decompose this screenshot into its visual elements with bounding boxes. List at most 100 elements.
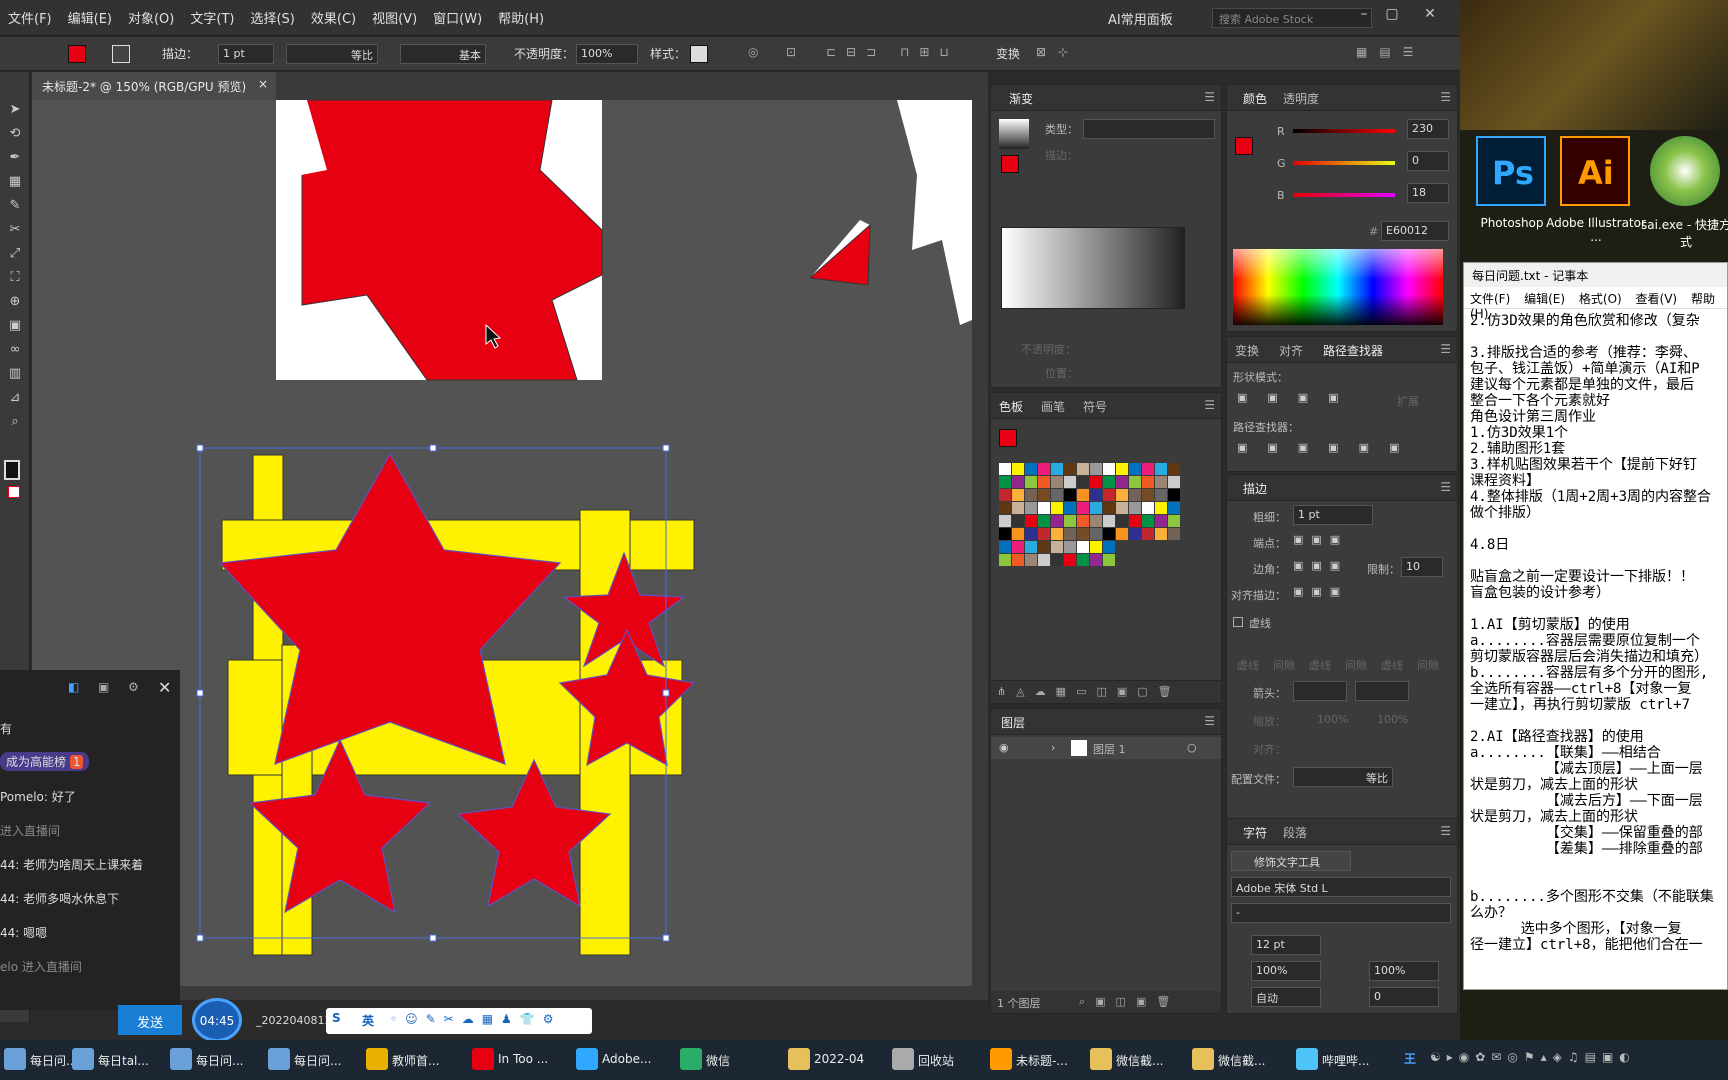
touch-type-button[interactable]: 修饰文字工具 bbox=[1231, 851, 1351, 871]
b-slider[interactable] bbox=[1293, 193, 1395, 197]
swatch-action-icons[interactable]: ⋔◬☁▦▭◫▣▢🗑 bbox=[997, 685, 1182, 698]
color-swatch[interactable] bbox=[1142, 476, 1154, 488]
layers-tab[interactable]: 图层 bbox=[1001, 714, 1025, 731]
taskbar-item[interactable]: 微信截... bbox=[1188, 1044, 1271, 1076]
color-swatch[interactable] bbox=[999, 541, 1011, 553]
color-swatch[interactable] bbox=[999, 476, 1011, 488]
color-swatch[interactable] bbox=[1090, 463, 1102, 475]
color-swatch[interactable] bbox=[1142, 489, 1154, 501]
color-swatch[interactable] bbox=[1155, 476, 1167, 488]
panel-menu-icon[interactable]: ☰ bbox=[1440, 90, 1451, 104]
color-swatch[interactable] bbox=[999, 463, 1011, 475]
cap-icons[interactable]: ▣▣▣ bbox=[1293, 533, 1348, 546]
color-swatch[interactable] bbox=[1012, 502, 1024, 514]
color-swatch[interactable] bbox=[1012, 476, 1024, 488]
vertical-scrollbar[interactable] bbox=[972, 100, 988, 1000]
taskbar-item[interactable]: 哔哩哔... bbox=[1292, 1044, 1375, 1076]
color-swatch[interactable] bbox=[1116, 528, 1128, 540]
swatch-fill-swatch[interactable] bbox=[999, 429, 1017, 447]
color-swatch[interactable] bbox=[1168, 463, 1180, 475]
color-swatch[interactable] bbox=[1168, 476, 1180, 488]
transform-tab[interactable]: 变换 bbox=[1235, 342, 1259, 359]
menu-edit[interactable]: 编辑(E) bbox=[60, 8, 120, 27]
gradient-tab[interactable]: 渐变 bbox=[1009, 90, 1033, 107]
swatch-grid[interactable] bbox=[999, 463, 1199, 583]
color-swatch[interactable] bbox=[1025, 541, 1037, 553]
panel-menu-icon[interactable]: ☰ bbox=[1440, 342, 1451, 356]
color-swatch[interactable] bbox=[1077, 476, 1089, 488]
color-swatch[interactable] bbox=[1064, 502, 1076, 514]
horizontal-scale-field[interactable]: 100% bbox=[1369, 961, 1439, 981]
expand-button[interactable]: 扩展 bbox=[1397, 393, 1419, 409]
shape-builder-icon[interactable]: ⊕ bbox=[4, 294, 26, 314]
notepad-menu-format[interactable]: 格式(O) bbox=[1579, 292, 1622, 306]
color-swatch[interactable] bbox=[1025, 554, 1037, 566]
corner-icons[interactable]: ▣▣▣ bbox=[1293, 559, 1348, 572]
color-swatch[interactable] bbox=[1051, 489, 1063, 501]
color-swatch[interactable] bbox=[1090, 489, 1102, 501]
menu-object[interactable]: 对象(O) bbox=[120, 8, 182, 27]
blend-tool-icon[interactable]: ∞ bbox=[4, 342, 26, 362]
taskbar-item[interactable]: 每日问... bbox=[166, 1044, 249, 1076]
gradient-slider[interactable] bbox=[1001, 227, 1185, 309]
panel-menu-icons[interactable]: ▦▤☰ bbox=[1356, 45, 1425, 59]
color-swatch[interactable] bbox=[1168, 515, 1180, 527]
color-swatch[interactable] bbox=[1168, 528, 1180, 540]
r-field[interactable]: 230 bbox=[1407, 119, 1449, 139]
color-swatch[interactable] bbox=[1064, 515, 1076, 527]
none-swatch-icon[interactable] bbox=[8, 486, 20, 498]
opacity-field[interactable]: 100% bbox=[576, 44, 638, 64]
color-swatch[interactable] bbox=[1103, 489, 1115, 501]
menu-help[interactable]: 帮助(H) bbox=[490, 8, 552, 27]
color-swatch[interactable] bbox=[1038, 463, 1050, 475]
close-tab-icon[interactable]: × bbox=[258, 77, 268, 91]
color-swatch[interactable] bbox=[1012, 463, 1024, 475]
graphic-style-swatch[interactable] bbox=[690, 45, 708, 63]
notepad-titlebar[interactable]: 每日问题.txt - 记事本 bbox=[1464, 263, 1727, 287]
graph-tool-icon[interactable]: ▥ bbox=[4, 366, 26, 386]
menu-file[interactable]: 文件(F) bbox=[0, 8, 60, 27]
photoshop-shortcut-icon[interactable]: Ps bbox=[1476, 136, 1546, 206]
menu-effect[interactable]: 效果(C) bbox=[303, 8, 364, 27]
panel-menu-icon[interactable]: ☰ bbox=[1440, 824, 1451, 838]
taskbar-item[interactable]: 教师首... bbox=[362, 1044, 445, 1076]
color-swatch[interactable] bbox=[1025, 528, 1037, 540]
color-swatch[interactable] bbox=[1038, 489, 1050, 501]
color-swatch[interactable] bbox=[1142, 502, 1154, 514]
globe-icon[interactable]: ◎ bbox=[748, 45, 758, 59]
taskbar-item[interactable]: 回收站 bbox=[888, 1044, 960, 1076]
color-fill-swatch[interactable] bbox=[1235, 137, 1253, 155]
tracking-field[interactable]: 0 bbox=[1369, 987, 1439, 1007]
color-swatch[interactable] bbox=[1064, 463, 1076, 475]
timer-badge[interactable]: 04:45 bbox=[192, 998, 242, 1042]
color-swatch[interactable] bbox=[1142, 463, 1154, 475]
color-swatch[interactable] bbox=[1051, 541, 1063, 553]
tray-icons[interactable]: ☯▸◉✿✉◎⚑▴◈♫▤▣◐ bbox=[1430, 1050, 1636, 1064]
color-swatch[interactable] bbox=[1012, 554, 1024, 566]
ime-indicator[interactable]: 王 bbox=[1404, 1050, 1416, 1067]
pen-tool-icon[interactable]: ✒ bbox=[4, 150, 26, 170]
taskbar-item[interactable]: 每日问... bbox=[264, 1044, 347, 1076]
transform-button[interactable]: 变换 bbox=[996, 45, 1020, 62]
b-field[interactable]: 18 bbox=[1407, 183, 1449, 203]
menu-window[interactable]: 窗口(W) bbox=[425, 8, 490, 27]
color-swatch[interactable] bbox=[1103, 554, 1115, 566]
visibility-eye-icon[interactable]: ◉ bbox=[999, 741, 1009, 754]
color-swatch[interactable] bbox=[1064, 554, 1076, 566]
color-swatch[interactable] bbox=[999, 489, 1011, 501]
color-swatch[interactable] bbox=[1051, 502, 1063, 514]
color-swatch[interactable] bbox=[1129, 515, 1141, 527]
color-swatch[interactable] bbox=[1038, 528, 1050, 540]
brush-tool-icon[interactable]: ✎ bbox=[4, 198, 26, 218]
color-swatch[interactable] bbox=[1077, 502, 1089, 514]
document-tab[interactable]: 未标题-2* @ 150% (RGB/GPU 预览) × bbox=[32, 72, 276, 100]
dashed-checkbox[interactable] bbox=[1233, 617, 1243, 627]
color-swatch[interactable] bbox=[1103, 541, 1115, 553]
gradient-tool-icon[interactable]: ▣ bbox=[4, 318, 26, 338]
leading-field[interactable]: 自动 bbox=[1251, 987, 1321, 1007]
color-swatch[interactable] bbox=[1116, 463, 1128, 475]
gradient-thumbnail[interactable] bbox=[999, 119, 1029, 149]
limit-field[interactable]: 10 bbox=[1401, 557, 1443, 577]
zoom-tool-icon[interactable]: ⌕ bbox=[4, 414, 26, 434]
r-slider[interactable] bbox=[1293, 129, 1395, 133]
